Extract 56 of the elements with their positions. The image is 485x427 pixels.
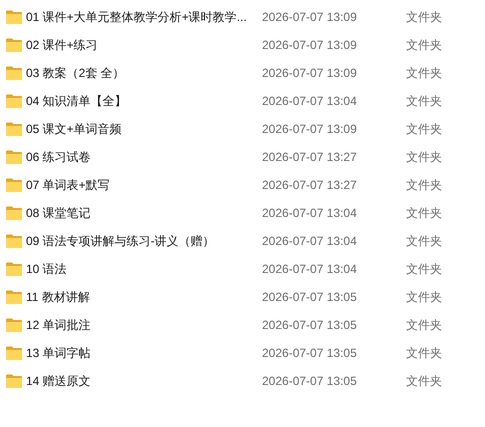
file-name[interactable]: 06 练习试卷 (26, 148, 262, 166)
file-name[interactable]: 01 课件+大单元整体教学分析+课时教学... (26, 8, 262, 26)
folder-icon (6, 150, 22, 164)
folder-icon (6, 374, 22, 388)
date-modified: 2026-07-07 13:09 (262, 65, 358, 82)
date-modified: 2026-07-07 13:27 (262, 149, 358, 166)
date-modified: 2026-07-07 13:05 (262, 289, 358, 306)
file-name[interactable]: 05 课文+单词音频 (26, 120, 262, 138)
file-name[interactable]: 08 课堂笔记 (26, 204, 262, 222)
file-type: 文件夹 (406, 149, 442, 166)
folder-icon (6, 318, 22, 332)
folder-icon (6, 262, 22, 276)
folder-icon (6, 94, 22, 108)
file-name[interactable]: 04 知识清单【全】 (26, 92, 262, 110)
file-name[interactable]: 07 单词表+默写 (26, 176, 262, 194)
folder-icon (6, 206, 22, 220)
file-name[interactable]: 10 语法 (26, 260, 262, 278)
file-type: 文件夹 (406, 93, 442, 110)
date-modified: 2026-07-07 13:27 (262, 177, 358, 194)
folder-icon (6, 66, 22, 80)
folder-icon (6, 234, 22, 248)
file-type: 文件夹 (406, 345, 442, 362)
file-type: 文件夹 (406, 205, 442, 222)
file-name[interactable]: 13 单词字帖 (26, 344, 262, 362)
file-type: 文件夹 (406, 289, 442, 306)
file-type: 文件夹 (406, 121, 442, 138)
file-name[interactable]: 14 赠送原文 (26, 372, 262, 390)
file-type: 文件夹 (406, 261, 442, 278)
date-modified: 2026-07-07 13:05 (262, 345, 358, 362)
file-type: 文件夹 (406, 9, 442, 26)
folder-icon (6, 346, 22, 360)
file-type: 文件夹 (406, 317, 442, 334)
file-type: 文件夹 (406, 65, 442, 82)
file-name[interactable]: 09 语法专项讲解与练习-讲义（赠） (26, 232, 262, 250)
file-name[interactable]: 02 课件+练习 (26, 36, 262, 54)
folder-icon (6, 178, 22, 192)
file-type: 文件夹 (406, 37, 442, 54)
file-type: 文件夹 (406, 233, 442, 250)
file-type: 文件夹 (406, 373, 442, 390)
date-modified: 2026-07-07 13:04 (262, 233, 358, 250)
file-name[interactable]: 11 教材讲解 (26, 288, 262, 306)
date-modified: 2026-07-07 13:04 (262, 261, 358, 278)
date-modified: 2026-07-07 13:04 (262, 93, 358, 110)
date-modified: 2026-07-07 13:05 (262, 317, 358, 334)
file-type: 文件夹 (406, 177, 442, 194)
file-name[interactable]: 03 教案（2套 全） (26, 64, 262, 82)
date-modified: 2026-07-07 13:09 (262, 37, 358, 54)
date-modified: 2026-07-07 13:09 (262, 121, 358, 138)
date-modified: 2026-07-07 13:09 (262, 9, 358, 26)
folder-icon (6, 122, 22, 136)
file-name[interactable]: 12 单词批注 (26, 316, 262, 334)
date-modified: 2026-07-07 13:04 (262, 205, 358, 222)
folder-icon (6, 10, 22, 24)
folder-icon (6, 38, 22, 52)
date-modified: 2026-07-07 13:05 (262, 373, 358, 390)
folder-icon (6, 290, 22, 304)
